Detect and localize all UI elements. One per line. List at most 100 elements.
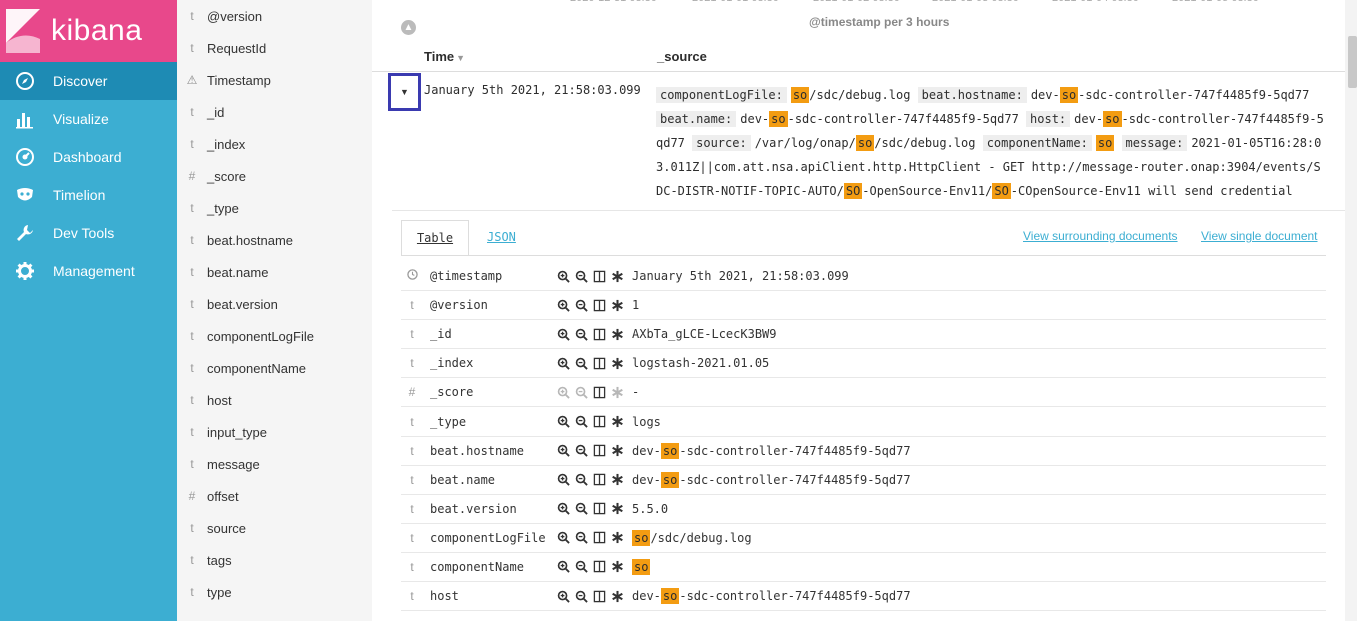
- field-list-item[interactable]: t input_type: [177, 416, 372, 448]
- filter-exists-icon[interactable]: [610, 530, 625, 545]
- field-list-item[interactable]: t beat.hostname: [177, 224, 372, 256]
- filter-exists-icon[interactable]: [610, 298, 625, 313]
- zoom-out-icon[interactable]: [574, 356, 589, 371]
- zoom-in-icon: [556, 385, 571, 400]
- filter-exists-icon[interactable]: [610, 414, 625, 429]
- filter-exists-icon[interactable]: [610, 356, 625, 371]
- zoom-in-icon[interactable]: [556, 414, 571, 429]
- field-list-item[interactable]: t tags: [177, 544, 372, 576]
- nav-item-label: Management: [53, 263, 135, 279]
- kibana-logo[interactable]: kibana: [0, 0, 177, 62]
- zoom-out-icon[interactable]: [574, 530, 589, 545]
- view-single-document-link[interactable]: View single document: [1201, 229, 1318, 243]
- field-list-item[interactable]: t RequestId: [177, 32, 372, 64]
- zoom-out-icon[interactable]: [574, 472, 589, 487]
- detail-field-value: dev-so -sdc-controller-747f4485f9-5qd77: [632, 442, 911, 459]
- zoom-out-icon[interactable]: [574, 501, 589, 516]
- field-list-item[interactable]: t @version: [177, 0, 372, 32]
- filter-exists-icon[interactable]: [610, 589, 625, 604]
- time-column-header[interactable]: Time ▼: [424, 49, 465, 64]
- zoom-in-icon[interactable]: [556, 589, 571, 604]
- field-list-item[interactable]: t _type: [177, 192, 372, 224]
- zoom-out-icon[interactable]: [574, 327, 589, 342]
- zoom-in-icon[interactable]: [556, 530, 571, 545]
- field-list-item[interactable]: t componentLogFile: [177, 320, 372, 352]
- nav-item-visualize[interactable]: Visualize: [0, 100, 177, 138]
- field-list-item[interactable]: # _score: [177, 160, 372, 192]
- toggle-column-icon[interactable]: [592, 414, 607, 429]
- filter-exists-icon[interactable]: [610, 443, 625, 458]
- field-list-item[interactable]: t _index: [177, 128, 372, 160]
- toggle-column-icon[interactable]: [592, 530, 607, 545]
- zoom-in-icon[interactable]: [556, 356, 571, 371]
- toggle-column-icon[interactable]: [592, 559, 607, 574]
- toggle-column-icon[interactable]: [592, 443, 607, 458]
- search-highlight: so: [632, 558, 651, 575]
- toggle-column-icon[interactable]: [592, 385, 607, 400]
- field-list-item[interactable]: t host: [177, 384, 372, 416]
- string-type-icon: t: [190, 41, 194, 55]
- filter-exists-icon[interactable]: [610, 269, 625, 284]
- collapse-chart-button[interactable]: ▲: [401, 20, 416, 35]
- detail-field-name: beat.hostname: [430, 443, 524, 458]
- tab-table[interactable]: Table: [401, 220, 469, 256]
- zoom-in-icon[interactable]: [556, 298, 571, 313]
- zoom-in-icon[interactable]: [556, 327, 571, 342]
- source-text: dev-: [632, 589, 661, 604]
- scrollbar-track[interactable]: [1345, 0, 1357, 621]
- nav-item-timelion[interactable]: Timelion: [0, 176, 177, 214]
- zoom-out-icon[interactable]: [574, 414, 589, 429]
- toggle-column-icon[interactable]: [592, 589, 607, 604]
- toggle-column-icon[interactable]: [592, 472, 607, 487]
- histogram-tick-label: 2021-01-05 03:30: [1172, 0, 1259, 4]
- detail-row: t beat.hostname dev-so -sdc-controller-747f…: [401, 437, 1326, 466]
- scrollbar-thumb[interactable]: [1348, 36, 1357, 88]
- toggle-column-icon[interactable]: [592, 356, 607, 371]
- view-surrounding-documents-link[interactable]: View surrounding documents: [1023, 229, 1178, 243]
- filter-exists-icon[interactable]: [610, 327, 625, 342]
- zoom-in-icon[interactable]: [556, 269, 571, 284]
- detail-field-name: _index: [430, 356, 474, 371]
- nav-item-dev-tools[interactable]: Dev Tools: [0, 214, 177, 252]
- field-list-item[interactable]: t _id: [177, 96, 372, 128]
- field-list-item[interactable]: t source: [177, 512, 372, 544]
- zoom-out-icon[interactable]: [574, 589, 589, 604]
- field-list-item[interactable]: t beat.version: [177, 288, 372, 320]
- filter-exists-icon[interactable]: [610, 472, 625, 487]
- zoom-in-icon[interactable]: [556, 443, 571, 458]
- filter-exists-icon[interactable]: [610, 559, 625, 574]
- zoom-out-icon[interactable]: [574, 443, 589, 458]
- expand-row-button[interactable]: ▼: [388, 73, 421, 111]
- wrench-icon: [13, 221, 37, 245]
- string-type-icon: t: [190, 137, 194, 151]
- field-list-item[interactable]: ⚠ Timestamp: [177, 64, 372, 96]
- field-list-item[interactable]: t type: [177, 576, 372, 608]
- field-actions: [556, 589, 625, 604]
- zoom-out-icon[interactable]: [574, 298, 589, 313]
- zoom-in-icon[interactable]: [556, 501, 571, 516]
- nav-item-dashboard[interactable]: Dashboard: [0, 138, 177, 176]
- nav-item-management[interactable]: Management: [0, 252, 177, 290]
- zoom-in-icon[interactable]: [556, 559, 571, 574]
- zoom-out-icon[interactable]: [574, 269, 589, 284]
- toggle-column-icon[interactable]: [592, 269, 607, 284]
- toggle-column-icon[interactable]: [592, 501, 607, 516]
- detail-row: t _index logstash-2021.01.05: [401, 349, 1326, 379]
- toggle-column-icon[interactable]: [592, 327, 607, 342]
- field-list-item[interactable]: t componentName: [177, 352, 372, 384]
- field-list-item[interactable]: t message: [177, 448, 372, 480]
- field-list-item[interactable]: # offset: [177, 480, 372, 512]
- sort-caret-icon[interactable]: ▼: [456, 53, 465, 63]
- zoom-out-icon[interactable]: [574, 559, 589, 574]
- zoom-in-icon[interactable]: [556, 472, 571, 487]
- field-list-item[interactable]: t beat.name: [177, 256, 372, 288]
- zoom-out-icon: [574, 385, 589, 400]
- detail-field-value: logstash-2021.01.05: [632, 356, 769, 370]
- search-highlight: SO: [843, 183, 863, 199]
- nav-item-discover[interactable]: Discover: [0, 62, 177, 100]
- string-type-icon: t: [190, 233, 194, 247]
- source-text: /sdc/debug.log: [809, 88, 918, 102]
- toggle-column-icon[interactable]: [592, 298, 607, 313]
- tab-json[interactable]: JSON: [487, 230, 516, 244]
- filter-exists-icon[interactable]: [610, 501, 625, 516]
